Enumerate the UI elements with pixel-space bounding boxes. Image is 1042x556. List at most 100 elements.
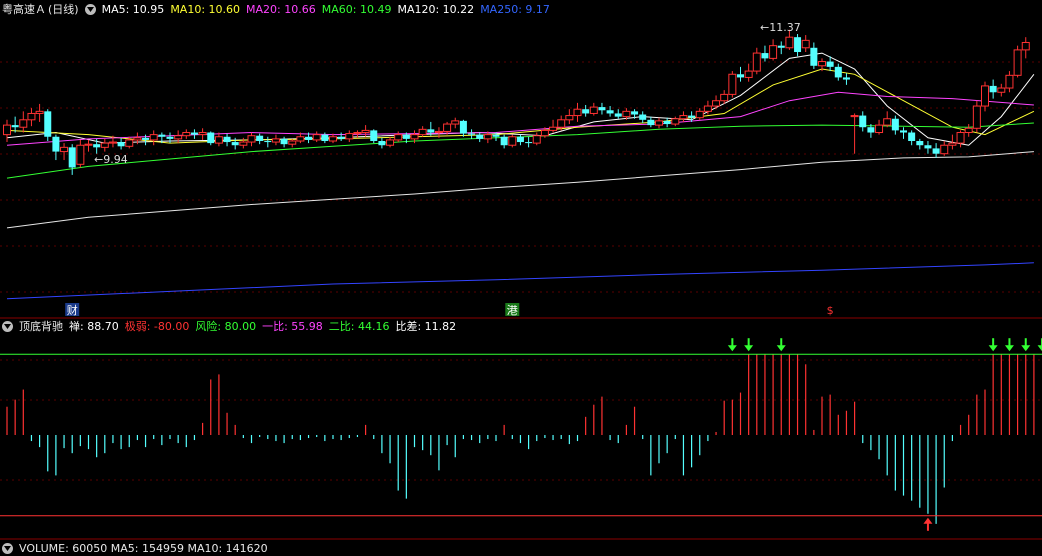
candle-body	[1013, 49, 1022, 76]
indicator-value-1: 极弱: -80.00	[124, 320, 190, 333]
candle	[916, 138, 924, 150]
candle	[737, 66, 744, 82]
event-marker: 港	[505, 303, 520, 317]
candle-body	[35, 110, 44, 114]
candle-body	[492, 134, 500, 137]
candle-body	[321, 134, 329, 141]
ma-legend-item-2: MA20: 10.66	[246, 2, 316, 16]
candle-body	[370, 130, 378, 141]
candle	[573, 102, 582, 122]
candle	[777, 41, 785, 55]
candle	[752, 47, 761, 75]
candle-body	[27, 112, 36, 121]
candle-body	[752, 52, 761, 72]
candle	[997, 83, 1006, 97]
candle	[525, 136, 533, 148]
candle-body	[345, 133, 354, 140]
period-label: (日线)	[48, 3, 79, 16]
candle	[27, 108, 36, 127]
candle	[900, 127, 907, 139]
arrow-head	[727, 345, 737, 352]
candle-body	[549, 126, 558, 131]
candle-body	[924, 145, 932, 149]
candle	[908, 130, 916, 146]
candle-body	[19, 119, 28, 128]
candle	[239, 137, 248, 149]
candle	[712, 95, 721, 110]
sell-signal-arrow-icon	[727, 338, 737, 352]
candle-body	[386, 139, 395, 146]
sell-signal-arrow-icon	[1021, 338, 1031, 352]
candle	[100, 138, 109, 152]
ma-legend-item-4: MA120: 10.22	[397, 2, 475, 16]
candle	[451, 117, 460, 129]
candle-body	[769, 45, 778, 59]
indicator-name: 顶底背驰	[19, 320, 63, 333]
candle-body	[68, 147, 76, 168]
event-marker-label: 财	[67, 303, 78, 317]
candle-body	[695, 110, 704, 119]
candle-body	[720, 93, 729, 102]
candle	[44, 109, 52, 141]
candle	[565, 109, 574, 125]
sell-signal-arrow-icon	[1004, 338, 1014, 352]
candle-body	[639, 114, 647, 120]
candle-body	[427, 129, 435, 133]
candle	[695, 108, 704, 120]
indicator-value-3: 一比: 55.98	[262, 320, 323, 333]
candle	[989, 79, 997, 99]
volume-header: VOLUME: 60050 MA5: 154959 MA10: 141620	[19, 541, 268, 555]
ma-line-ma250	[6, 262, 1034, 300]
candle-body	[361, 129, 370, 134]
indicator-value-5: 比差: 11.82	[395, 320, 457, 333]
candle-body	[158, 134, 166, 137]
indicator-value-4: 二比: 44.16	[328, 320, 390, 333]
candle	[231, 137, 239, 150]
event-marker: 财	[65, 303, 80, 317]
candle-body	[932, 148, 940, 154]
candle	[924, 140, 932, 154]
sell-signal-arrow-icon	[988, 338, 998, 352]
candle-body	[679, 115, 688, 120]
candle-body	[133, 137, 142, 141]
arrow-head	[1037, 345, 1042, 352]
candle-body	[271, 138, 280, 143]
sell-signal-arrow-icon	[776, 338, 786, 352]
candle-body	[190, 132, 198, 135]
candle	[647, 116, 655, 128]
arrow-head	[988, 345, 998, 352]
chevron-down-icon[interactable]	[84, 3, 96, 15]
candle-body	[288, 140, 297, 145]
candle	[834, 63, 842, 81]
candle	[940, 140, 949, 156]
candle	[1021, 37, 1030, 59]
signal-arrows	[727, 338, 1042, 531]
chevron-down-icon[interactable]	[2, 542, 13, 554]
candle-body	[671, 118, 680, 125]
candle-body	[744, 70, 753, 78]
sell-signal-arrow-icon	[1037, 338, 1042, 352]
candle	[842, 73, 850, 85]
chevron-down-icon[interactable]	[2, 320, 13, 332]
candle-body	[394, 134, 403, 141]
candle	[598, 102, 606, 115]
candle-body	[443, 123, 452, 132]
candle-body	[1005, 74, 1014, 89]
candle	[60, 143, 69, 161]
candle-body	[223, 136, 231, 143]
candle-body	[3, 124, 11, 136]
candle-body	[459, 120, 467, 134]
candle	[149, 130, 158, 146]
candle-body	[826, 61, 834, 67]
grid-lines	[0, 61, 1042, 540]
candle-body	[468, 133, 476, 135]
candle-body	[60, 146, 69, 153]
arrow-head	[744, 345, 754, 352]
event-marker: $	[827, 304, 834, 317]
candle	[794, 34, 802, 57]
event-marker-label: 港	[507, 304, 518, 317]
candle-body	[410, 134, 419, 140]
candle	[655, 117, 663, 129]
candle-body	[337, 136, 345, 139]
candle-body	[125, 139, 134, 147]
